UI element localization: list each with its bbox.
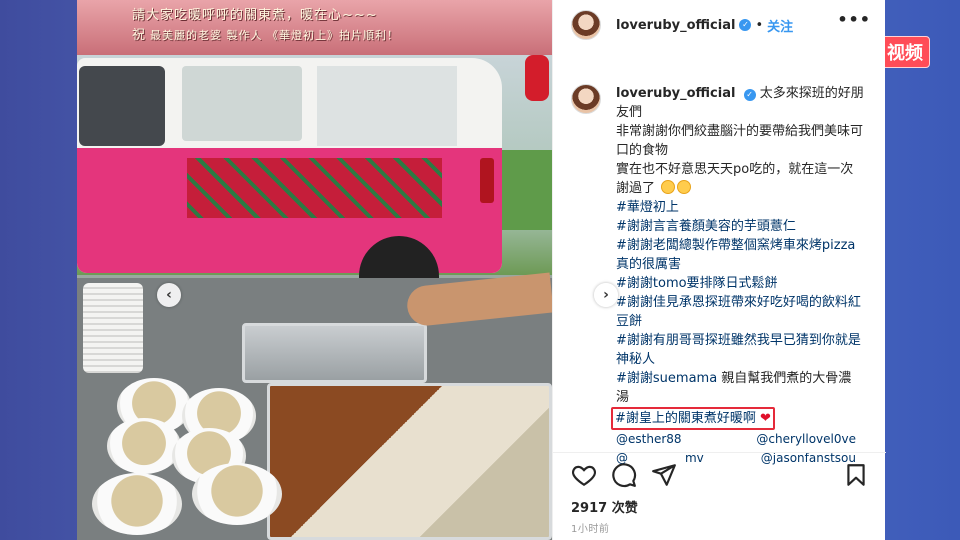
post-caption: loveruby_official ✓ 太多來探班的好朋友們 非常謝謝你們絞盡腦… bbox=[571, 84, 871, 468]
post-header: loveruby_official ✓ • 关注 ••• bbox=[571, 8, 871, 42]
avatar[interactable] bbox=[571, 10, 601, 40]
van-window bbox=[182, 66, 302, 141]
verified-icon: ✓ bbox=[739, 19, 752, 31]
action-bar bbox=[571, 462, 871, 490]
post-side-panel: loveruby_official ✓ • 关注 ••• loveruby_of… bbox=[552, 0, 886, 540]
share-icon[interactable] bbox=[651, 462, 677, 488]
hashtag-link[interactable]: #謝謝suemama bbox=[616, 371, 717, 386]
lantern bbox=[525, 55, 549, 101]
comment-icon[interactable] bbox=[611, 462, 637, 488]
oden-tray bbox=[267, 383, 552, 540]
like-count[interactable]: 2917 次赞 bbox=[571, 497, 638, 516]
banner-text: 請大家吃暖呼呼的關東煮，暖在心~~~ 祝最美麗的老婆 製作人 《華燈初上》拍片順… bbox=[132, 6, 399, 46]
hashtag-link[interactable]: #謝謝老闆總製作帶整個窯烤車來烤pizza真的很厲害 bbox=[616, 236, 864, 274]
metal-tray bbox=[242, 323, 427, 383]
noodle-bowl bbox=[192, 463, 282, 525]
more-icon[interactable]: ••• bbox=[837, 10, 871, 29]
bookmark-icon[interactable] bbox=[843, 462, 869, 488]
highlighted-hashtag[interactable]: #謝皇上的關東煮好暖啊 ❤ bbox=[611, 407, 775, 430]
photo-banner: 請大家吃暖呼呼的關東煮，暖在心~~~ 祝最美麗的老婆 製作人 《華燈初上》拍片順… bbox=[77, 0, 552, 55]
van-taillight bbox=[480, 158, 494, 203]
caption-line: 實在也不好意思天天po吃的，就在這一次謝過了 bbox=[616, 162, 854, 196]
heart-outline-icon[interactable] bbox=[571, 462, 597, 488]
follow-button[interactable]: 关注 bbox=[767, 16, 793, 35]
caption-body: loveruby_official ✓ 太多來探班的好朋友們 非常謝謝你們絞盡腦… bbox=[611, 84, 864, 468]
post-photo[interactable]: 請大家吃暖呼呼的關東煮，暖在心~~~ 祝最美麗的老婆 製作人 《華燈初上》拍片順… bbox=[77, 0, 552, 540]
paper-cups bbox=[83, 283, 143, 373]
header-username[interactable]: loveruby_official bbox=[616, 18, 735, 33]
avatar[interactable] bbox=[571, 84, 601, 114]
banner-prefix: 祝 bbox=[132, 28, 147, 43]
caption-line: 非常謝謝你們絞盡腦汁的要帶給我們美味可口的食物 bbox=[616, 124, 864, 158]
hashtag-link[interactable]: #謝謝tomo要排隊日式鬆餅 bbox=[616, 274, 864, 293]
noodle-bowl bbox=[92, 473, 182, 535]
hashtag-link[interactable]: #謝皇上的關東煮好暖啊 bbox=[615, 411, 756, 426]
instagram-post: 請大家吃暖呼呼的關東煮，暖在心~~~ 祝最美麗的老婆 製作人 《華燈初上》拍片順… bbox=[77, 0, 886, 540]
smiling-face-emoji-icon bbox=[677, 180, 692, 194]
banner-line-2: 最美麗的老婆 製作人 《華燈初上》拍片順利！ bbox=[150, 29, 400, 42]
van-window bbox=[317, 66, 457, 146]
noodle-bowl bbox=[107, 418, 181, 474]
divider bbox=[553, 452, 886, 453]
carousel-prev-button[interactable]: ‹ bbox=[157, 283, 181, 307]
caption-username[interactable]: loveruby_official bbox=[616, 86, 735, 101]
food-van bbox=[77, 58, 502, 296]
verified-icon: ✓ bbox=[743, 89, 756, 101]
mention-link[interactable]: @esther88 bbox=[616, 430, 682, 449]
hashtag-link[interactable]: #華燈初上 bbox=[616, 198, 864, 217]
separator-dot: • bbox=[755, 17, 764, 33]
post-timestamp[interactable]: 1小时前 bbox=[571, 520, 609, 535]
hashtag-link[interactable]: #謝謝言言養顏美容的芋頭薏仁 bbox=[616, 217, 864, 236]
mention-link[interactable]: @cheryllovel0ve bbox=[756, 430, 856, 449]
hashtag-link[interactable]: #謝謝佳見承恩探班帶來好吃好喝的飲料紅豆餅 bbox=[616, 293, 864, 331]
van-window bbox=[79, 66, 165, 146]
van-counter bbox=[187, 158, 442, 218]
smiling-face-emoji-icon bbox=[661, 180, 676, 194]
video-badge: 视频 bbox=[880, 36, 930, 68]
mentions-row: @esther88 @cheryllovel0ve bbox=[616, 430, 856, 449]
hashtag-link[interactable]: #謝謝有朋哥哥探班雖然我早已猜到你就是神秘人 bbox=[616, 331, 864, 369]
grass bbox=[497, 150, 552, 230]
red-heart-emoji-icon: ❤ bbox=[760, 411, 771, 426]
banner-line-1: 請大家吃暖呼呼的關東煮，暖在心~~~ bbox=[132, 8, 378, 23]
